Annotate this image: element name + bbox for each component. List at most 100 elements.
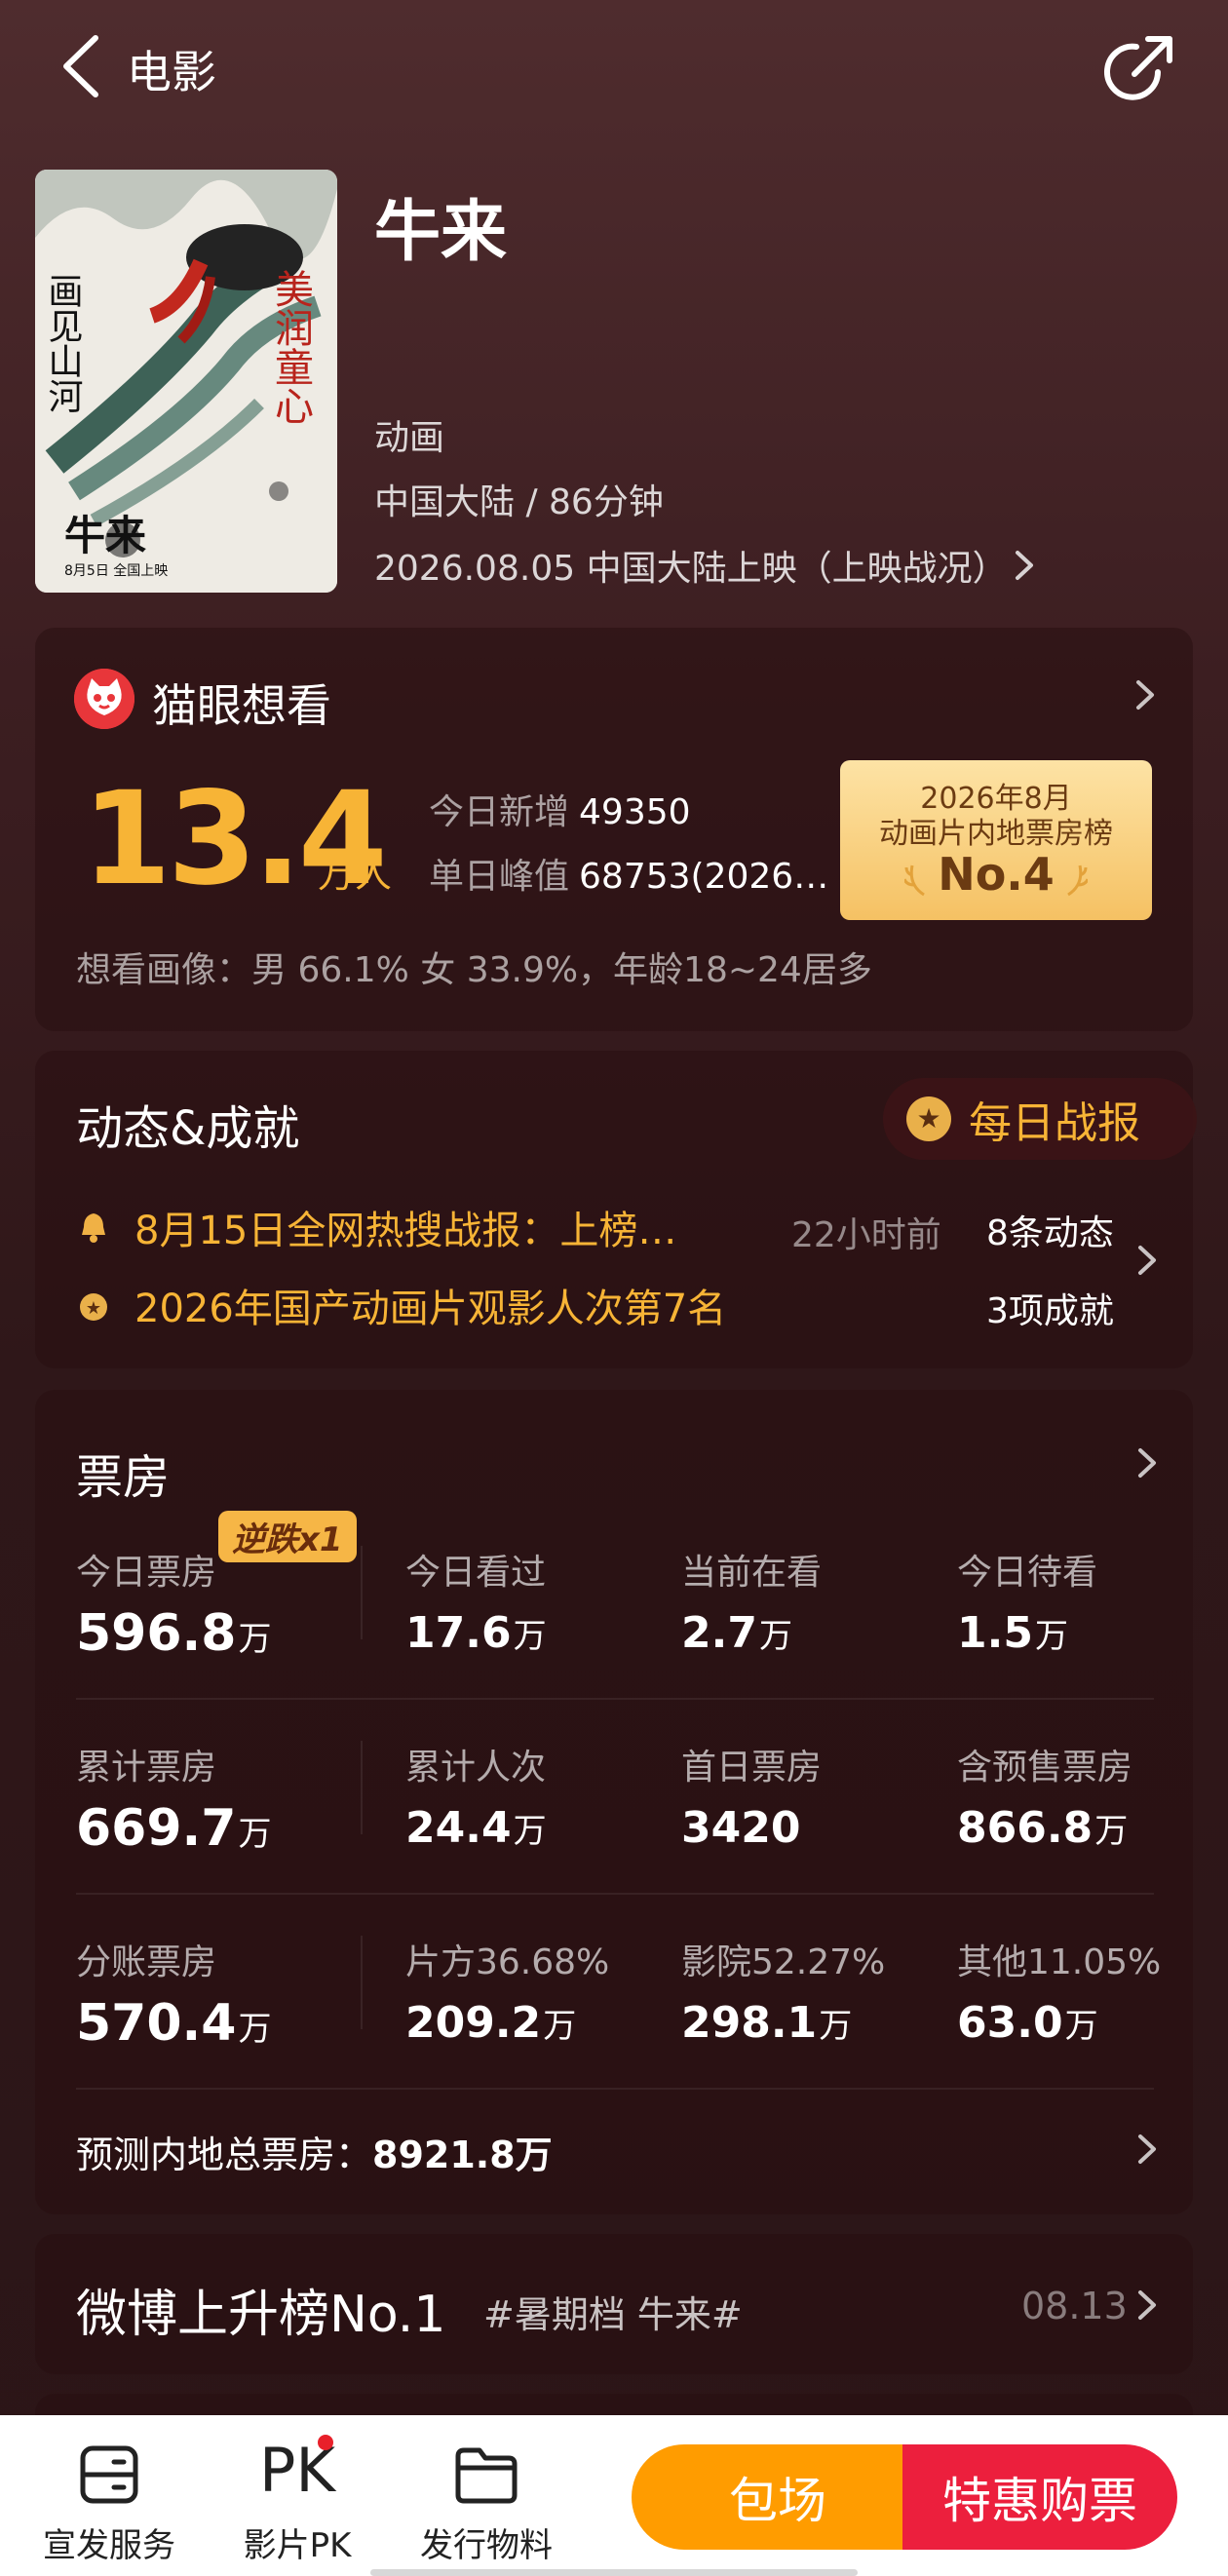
achievement-item-text: 2026年国产动画片观影人次第7名: [134, 1287, 727, 1331]
stat-value: 298.1万: [681, 1998, 852, 2048]
stat-label: 分账票房: [76, 1942, 217, 1982]
audience-profile: 想看画像：男 66.1% 女 33.9%，年龄18~24居多: [76, 950, 872, 990]
daily-report-label: 每日战报: [969, 1098, 1140, 1148]
stat-unit: 万: [819, 2007, 853, 2046]
poster-text-date: 8月5日 全国上映: [64, 562, 168, 579]
weibo-ranking-card[interactable]: 微博上升榜No.1 #暑期档 牛来# 08.13: [35, 2234, 1193, 2374]
today-new-label: 今日新增: [429, 792, 570, 832]
movie-poster[interactable]: 画见山河 美润童心 牛来 8月5日 全国上映: [35, 170, 337, 593]
laurel-left-icon: [904, 865, 925, 897]
want-count-unit: 万人: [318, 853, 393, 896]
forecast-total-box-office[interactable]: 预测内地总票房：8921.8万: [76, 2125, 553, 2178]
dynamics-item[interactable]: 8月15日全网热搜战报：上榜…: [76, 1199, 676, 1255]
ranking-badge[interactable]: 2026年8月 动画片内地票房榜 No.4: [840, 760, 1152, 920]
ranking-category: 动画片内地票房榜: [879, 817, 1113, 851]
stat-number: 1.5: [957, 1608, 1033, 1658]
row-divider: [76, 1893, 1154, 1895]
buy-tickets-button[interactable]: 特惠购票: [902, 2444, 1177, 2550]
stat-value: 63.0万: [957, 1998, 1098, 2048]
release-info-text: 2026.08.05 中国大陆上映（上映战况）: [374, 549, 1008, 589]
chevron-left-icon: [63, 35, 98, 97]
dynamics-count: 8条动态: [986, 1213, 1114, 1253]
stat-number: 209.2: [405, 1998, 542, 2048]
cabinet-icon: [80, 2445, 138, 2504]
folder-icon: [455, 2447, 518, 2504]
stat-unit: 万: [543, 2007, 577, 2046]
top-nav: 电影: [0, 0, 1228, 136]
stat-unit: 万: [513, 1617, 547, 1656]
book-screening-button[interactable]: 包场: [632, 2444, 924, 2550]
laurel-right-icon: [1067, 865, 1088, 897]
stat-value: 570.4万: [76, 1994, 271, 2053]
stat-unit: 万: [238, 1620, 272, 1659]
poster-artwork: 画见山河 美润童心 牛来 8月5日 全国上映: [35, 170, 337, 593]
achievement-count: 3项成就: [986, 1291, 1114, 1331]
stat-value: 3420: [681, 1803, 802, 1853]
stat-unit: 万: [513, 1812, 547, 1851]
tab-label: 影片PK: [243, 2526, 352, 2565]
weibo-hashtag: #暑期档 牛来#: [483, 2293, 743, 2336]
back-button[interactable]: [58, 27, 117, 105]
stat-label: 首日票房: [681, 1748, 823, 1788]
stat-label: 今日票房: [76, 1553, 217, 1593]
stat-value: 866.8万: [957, 1803, 1128, 1853]
reverse-trend-badge: 逆跌x1: [218, 1511, 357, 1562]
release-info-link[interactable]: 2026.08.05 中国大陆上映（上映战况）: [374, 540, 1035, 591]
stat-number: 298.1: [681, 1998, 818, 2048]
stat-label: 今日待看: [957, 1553, 1098, 1593]
column-divider: [361, 1741, 363, 1834]
dynamics-item-time: 22小时前: [791, 1215, 941, 1255]
weibo-ranking-title: 微博上升榜No.1: [76, 2286, 446, 2344]
chevron-right-icon: [1136, 1244, 1158, 1277]
forecast-label: 预测内地总票房：: [76, 2134, 373, 2176]
stat-number: 24.4: [405, 1803, 512, 1853]
stat-unit: 万: [1034, 1617, 1068, 1656]
bell-icon: [82, 1213, 105, 1243]
poster-text-title: 牛来: [64, 512, 146, 559]
stat-label: 累计票房: [76, 1748, 217, 1788]
home-indicator: [370, 2569, 858, 2576]
stat-value: 1.5万: [957, 1608, 1068, 1658]
chevron-right-icon: [1134, 678, 1156, 711]
stat-unit: 万: [758, 1617, 792, 1656]
stat-value: 209.2万: [405, 1998, 576, 2048]
stat-number: 2.7: [681, 1608, 757, 1658]
daily-peak-label: 单日峰值: [429, 857, 570, 897]
stat-label: 含预售票房: [957, 1748, 1133, 1788]
box-office-card[interactable]: 票房 逆跌x1 今日票房 596.8万 今日看过 17.6万 当前在看 2.7万…: [35, 1390, 1193, 2214]
achievement-item[interactable]: ★ 2026年国产动画片观影人次第7名: [76, 1277, 726, 1333]
tab-release-materials[interactable]: 发行物料: [413, 2415, 559, 2576]
stat-value: 669.7万: [76, 1799, 271, 1858]
want-title: 猫眼想看: [152, 679, 331, 732]
chevron-right-icon: [1136, 2288, 1158, 2322]
stat-value: 17.6万: [405, 1608, 547, 1658]
stat-value: 596.8万: [76, 1604, 271, 1663]
tab-movie-pk[interactable]: PK 影片PK: [224, 2415, 370, 2576]
stat-number: 63.0: [957, 1998, 1063, 2048]
row-divider: [76, 2088, 1154, 2090]
dynamics-item-text: 8月15日全网热搜战报：上榜…: [134, 1209, 677, 1253]
dynamics-card[interactable]: 动态&成就 每日战报 8月15日全网热搜战报：上榜… 22小时前 8条动态 ★ …: [35, 1051, 1197, 1368]
tab-label: 发行物料: [420, 2526, 553, 2565]
chevron-right-icon: [1015, 551, 1033, 580]
stat-unit: 万: [1064, 2007, 1098, 2046]
stat-number: 17.6: [405, 1608, 512, 1658]
medal-icon: ★: [80, 1293, 107, 1321]
movie-genre: 动画: [374, 418, 445, 458]
tab-promotion-services[interactable]: 宣发服务: [36, 2415, 182, 2576]
stat-label: 今日看过: [405, 1553, 547, 1593]
maoyan-cat-icon: [74, 669, 134, 729]
share-button[interactable]: [1101, 29, 1179, 107]
stat-number: 3420: [681, 1803, 801, 1853]
want-to-watch-card[interactable]: 猫眼想看 13.4 万人 今日新增 49350 单日峰值 68753(2026… 2…: [35, 628, 1193, 1031]
row-divider: [76, 1698, 1154, 1700]
chevron-right-icon: [1136, 2133, 1158, 2166]
today-new-value: 49350: [579, 792, 691, 832]
movie-title: 牛来: [374, 194, 508, 271]
stat-unit: 万: [1094, 1812, 1129, 1851]
page-title: 电影: [127, 46, 216, 98]
daily-report-button[interactable]: 每日战报: [883, 1078, 1197, 1160]
bottom-action-bar: 宣发服务 PK 影片PK 发行物料 包场 特惠购票: [0, 2415, 1228, 2576]
daily-peak-value: 68753(2026…: [579, 857, 829, 897]
share-icon: [1104, 36, 1172, 100]
